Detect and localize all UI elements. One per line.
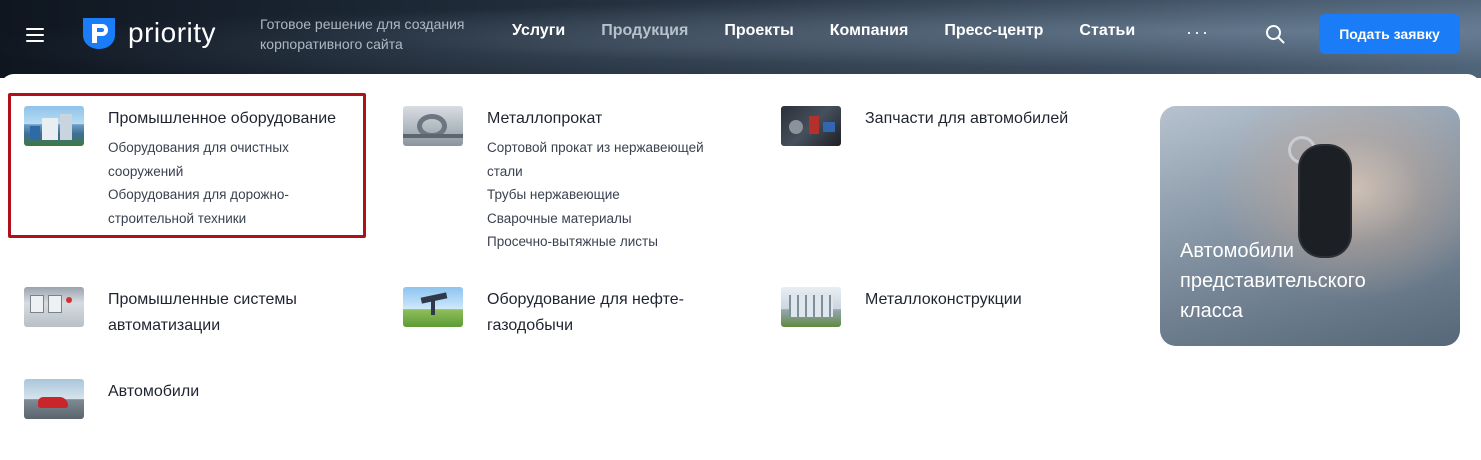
submenu-list: Сортовой прокат из нержавеющей стали Тру…: [487, 136, 732, 254]
menu-item-title[interactable]: Автомобили: [108, 379, 199, 405]
menu-item-title[interactable]: Оборудование для нефте-газодобычи: [487, 287, 707, 339]
submit-request-button[interactable]: Подать заявку: [1319, 14, 1460, 54]
logo[interactable]: priority: [80, 16, 216, 50]
menu-item-automation: Промышленные системы автоматизации: [24, 287, 354, 347]
menu-item-cars: Автомобили: [24, 379, 354, 419]
menu-item-metal-structures: Металлоконструкции: [781, 287, 1111, 327]
nav-item-services[interactable]: Услуги: [512, 22, 565, 40]
logo-text: priority: [128, 17, 217, 48]
nav-item-products[interactable]: Продукция: [601, 22, 688, 40]
submenu-item[interactable]: Трубы нержавеющие: [487, 183, 732, 207]
site-tagline: Готовое решение для создания корпоративн…: [260, 16, 465, 52]
menu-item-title[interactable]: Промышленное оборудование: [108, 106, 336, 132]
menu-item-title[interactable]: Металлопрокат: [487, 106, 602, 132]
automation-thumbnail[interactable]: [24, 287, 84, 327]
metal-rolling-thumbnail[interactable]: [403, 106, 463, 146]
menu-item-oil-gas: Оборудование для нефте-газодобычи: [403, 287, 733, 347]
nav-item-articles[interactable]: Статьи: [1079, 22, 1135, 40]
logo-icon: [83, 18, 115, 49]
submenu-item[interactable]: Оборудования для дорожно-строительной те…: [108, 183, 328, 230]
submenu-list: Оборудования для очистных сооружений Обо…: [108, 136, 328, 230]
menu-item-title[interactable]: Запчасти для автомобилей: [865, 106, 1115, 132]
promo-title: Автомобили представительского класса: [1180, 240, 1366, 322]
menu-item-metal-rolling: Металлопрокат Сортовой прокат из нержаве…: [403, 106, 733, 256]
submenu-item[interactable]: Просечно-вытяжные листы: [487, 230, 732, 254]
menu-item-car-parts: Запчасти для автомобилей: [781, 106, 1111, 146]
submenu-item[interactable]: Сварочные материалы: [487, 207, 732, 231]
more-menu-icon[interactable]: ···: [1186, 22, 1210, 43]
cars-thumbnail[interactable]: [24, 379, 84, 419]
oil-gas-thumbnail[interactable]: [403, 287, 463, 327]
nav-item-company[interactable]: Компания: [830, 22, 909, 40]
nav-item-press-center[interactable]: Пресс-центр: [944, 22, 1043, 40]
car-parts-thumbnail[interactable]: [781, 106, 841, 146]
industrial-equipment-thumbnail[interactable]: [24, 106, 84, 146]
menu-item-title[interactable]: Промышленные системы автоматизации: [108, 287, 328, 339]
main-nav: Услуги Продукция Проекты Компания Пресс-…: [512, 22, 1135, 40]
menu-item-title[interactable]: Металлоконструкции: [865, 287, 1115, 313]
nav-item-projects[interactable]: Проекты: [724, 22, 793, 40]
metal-structures-thumbnail[interactable]: [781, 287, 841, 327]
submenu-item[interactable]: Сортовой прокат из нержавеющей стали: [487, 136, 732, 183]
site-header: priority Готовое решение для создания ко…: [0, 0, 1481, 78]
submenu-item[interactable]: Оборудования для очистных сооружений: [108, 136, 328, 183]
promo-card[interactable]: Автомобили представительского класса: [1160, 106, 1460, 346]
hamburger-menu-icon[interactable]: [26, 26, 46, 42]
menu-item-industrial-equipment: Промышленное оборудование Оборудования д…: [24, 106, 354, 236]
search-icon[interactable]: [1265, 24, 1285, 44]
